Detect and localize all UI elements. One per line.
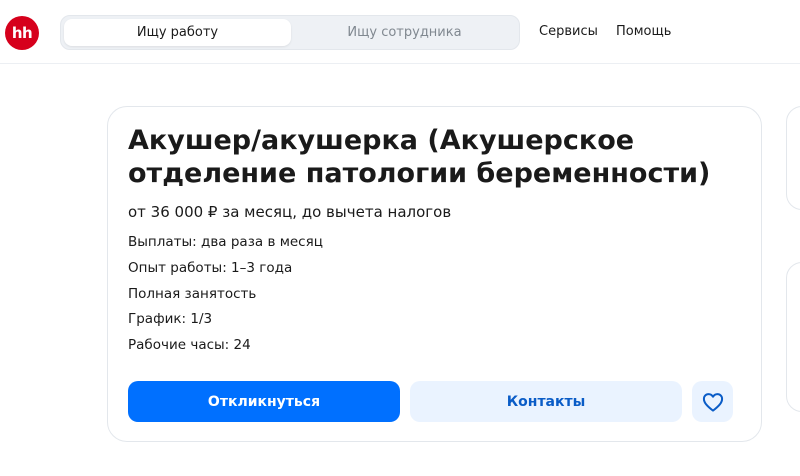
top-header: hh Ищу работу Ищу сотрудника Сервисы Пом… xyxy=(0,0,800,64)
role-switcher: Ищу работу Ищу сотрудника xyxy=(60,15,520,50)
nav-services[interactable]: Сервисы xyxy=(539,24,598,39)
vacancy-title: Акушер/акушерка (Акушерское отделение па… xyxy=(128,125,711,189)
detail-working-hours: Рабочие часы: 24 xyxy=(128,337,251,353)
side-card-bottom xyxy=(786,262,800,412)
vacancy-card: Акушер/акушерка (Акушерское отделение па… xyxy=(107,106,762,442)
nav-help[interactable]: Помощь xyxy=(616,24,671,39)
detail-schedule: График: 1/3 xyxy=(128,311,213,327)
heart-icon xyxy=(702,392,723,412)
favorite-button[interactable] xyxy=(692,381,733,422)
tab-job-seeker[interactable]: Ищу работу xyxy=(64,19,291,46)
vacancy-salary: от 36 000 ₽ за месяц, до вычета налогов xyxy=(128,203,452,221)
detail-payments: Выплаты: два раза в месяц xyxy=(128,234,323,250)
detail-experience: Опыт работы: 1–3 года xyxy=(128,260,293,276)
hh-logo[interactable]: hh xyxy=(5,16,39,50)
respond-button[interactable]: Откликнуться xyxy=(128,381,400,422)
detail-employment: Полная занятость xyxy=(128,286,257,302)
contacts-button[interactable]: Контакты xyxy=(410,381,682,422)
tab-employer[interactable]: Ищу сотрудника xyxy=(291,19,518,46)
side-card-top xyxy=(786,106,800,210)
